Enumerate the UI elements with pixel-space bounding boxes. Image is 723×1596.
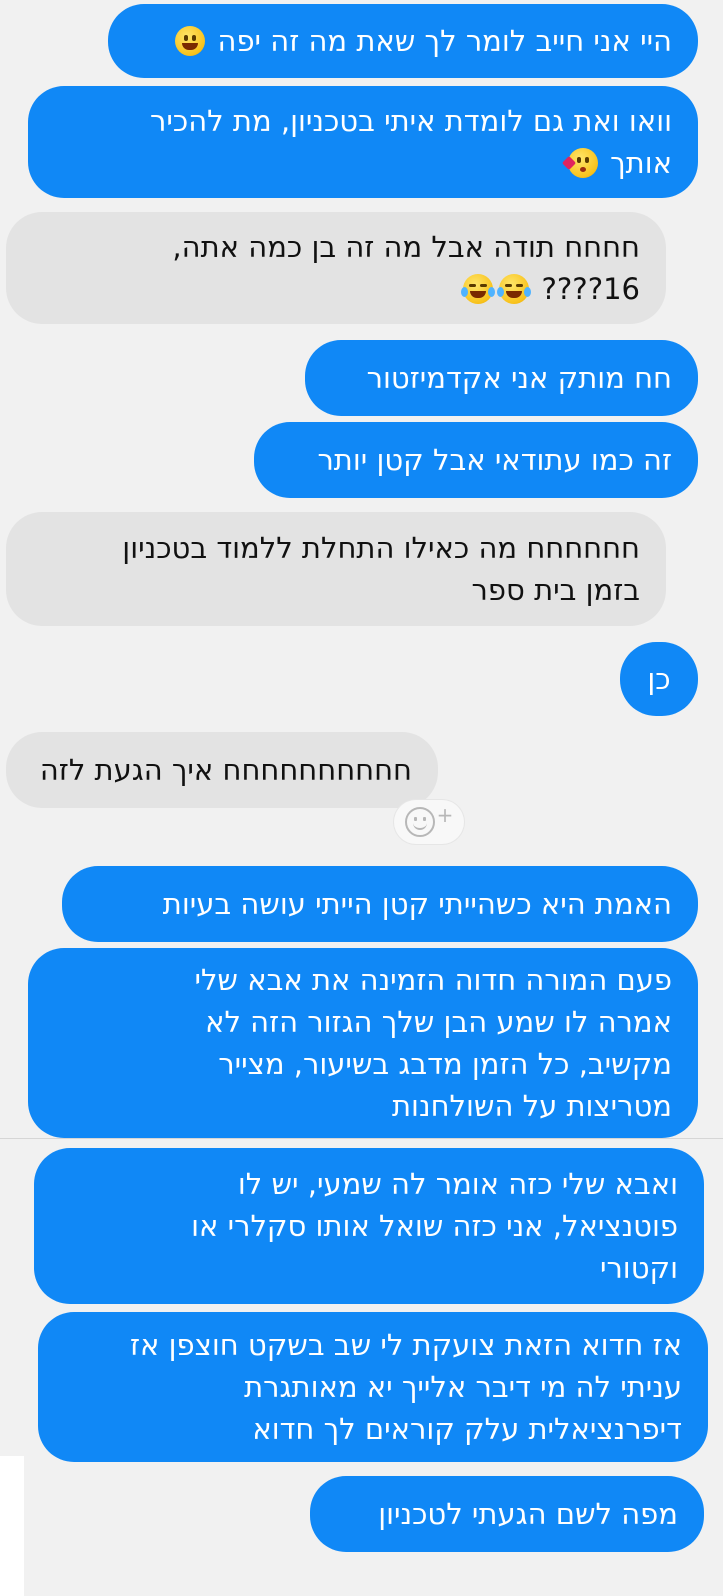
message-text: חחחח תודה אבל מה זה בן כמה אתה,: [172, 230, 640, 264]
message-text: מטריצות על השולחנות: [392, 1089, 672, 1123]
message-bubble-outgoing[interactable]: היי אני חייב לומר לך שאת מה זה יפה: [108, 4, 698, 78]
message-bubble-outgoing[interactable]: כן: [620, 642, 698, 716]
message-text: פוטנציאל, אני כזה שואל אותו סקלרי או: [191, 1209, 678, 1243]
message-bubble-outgoing[interactable]: פעם המורה חדוה הזמינה את אבא שלי אמרה לו…: [28, 948, 698, 1138]
message-bubble-outgoing[interactable]: חח מותק אני אקדמיזטור: [305, 340, 698, 416]
message-bubble-outgoing[interactable]: מפה לשם הגעתי לטכניון: [310, 1476, 704, 1552]
message-bubble-incoming[interactable]: חחחחחחחחחח איך הגעת לזה: [6, 732, 438, 808]
message-text: האמת היא כשהייתי קטן הייתי עושה בעיות: [162, 887, 672, 921]
message-text: אותך: [54, 142, 672, 184]
message-text: בזמן בית ספר: [471, 573, 640, 607]
message-text: זה כמו עתודאי אבל קטן יותר: [317, 443, 672, 477]
plus-icon: +: [436, 803, 454, 827]
add-reaction-button[interactable]: +: [394, 800, 464, 844]
message-text: ואבא שלי כזה אומר לה שמעי, יש לו: [237, 1167, 678, 1201]
face-blowing-kiss-icon: [561, 148, 598, 178]
message-text: פעם המורה חדוה הזמינה את אבא שלי: [194, 963, 672, 997]
screen-edge: [0, 1456, 24, 1596]
message-text: מקשיב, כל הזמן מדבג בשיעור, מצייר: [218, 1047, 672, 1081]
message-bubble-incoming[interactable]: חחחח תודה אבל מה זה בן כמה אתה, 16????: [6, 212, 666, 324]
message-text: חחחחחח מה כאילו התחלת ללמוד בטכניון: [122, 531, 640, 565]
message-text: אמרה לו שמע הבן שלך הגזור הזה לא: [205, 1005, 672, 1039]
message-bubble-outgoing[interactable]: האמת היא כשהייתי קטן הייתי עושה בעיות: [62, 866, 698, 942]
tears-of-joy-icon: [497, 274, 532, 304]
message-text: אז חדוא הזאת צועקת לי שב בשקט חוצפן אז: [129, 1328, 682, 1362]
message-text: דיפרנציאלית עלק קוראים לך חדוא: [252, 1412, 682, 1446]
message-text: היי אני חייב לומר לך שאת מה זה יפה: [134, 20, 672, 62]
divider: [0, 1138, 723, 1139]
tears-of-joy-icon: [461, 274, 496, 304]
message-text: וואו ואת גם לומדת איתי בטכניון, מת להכיר: [150, 104, 672, 138]
message-text: וקטורי: [599, 1251, 678, 1285]
message-text: מפה לשם הגעתי לטכניון: [378, 1497, 678, 1531]
add-reaction-icon: [404, 807, 435, 837]
message-text: חחחחחחחחחח איך הגעת לזה: [39, 753, 412, 787]
message-text: כן: [647, 662, 671, 696]
message-bubble-outgoing[interactable]: אז חדוא הזאת צועקת לי שב בשקט חוצפן אז ע…: [38, 1312, 708, 1462]
message-bubble-outgoing[interactable]: ואבא שלי כזה אומר לה שמעי, יש לו פוטנציא…: [34, 1148, 704, 1304]
message-bubble-outgoing[interactable]: זה כמו עתודאי אבל קטן יותר: [254, 422, 698, 498]
message-text: 16????: [32, 268, 640, 310]
message-bubble-outgoing[interactable]: וואו ואת גם לומדת איתי בטכניון, מת להכיר…: [28, 86, 698, 198]
message-text: עניתי לה מי דיבר אלייך יא מאותגרת: [244, 1370, 682, 1404]
grinning-face-icon: [175, 26, 206, 56]
message-text: חח מותק אני אקדמיזטור: [366, 361, 672, 395]
message-bubble-incoming[interactable]: חחחחחח מה כאילו התחלת ללמוד בטכניון בזמן…: [6, 512, 666, 626]
